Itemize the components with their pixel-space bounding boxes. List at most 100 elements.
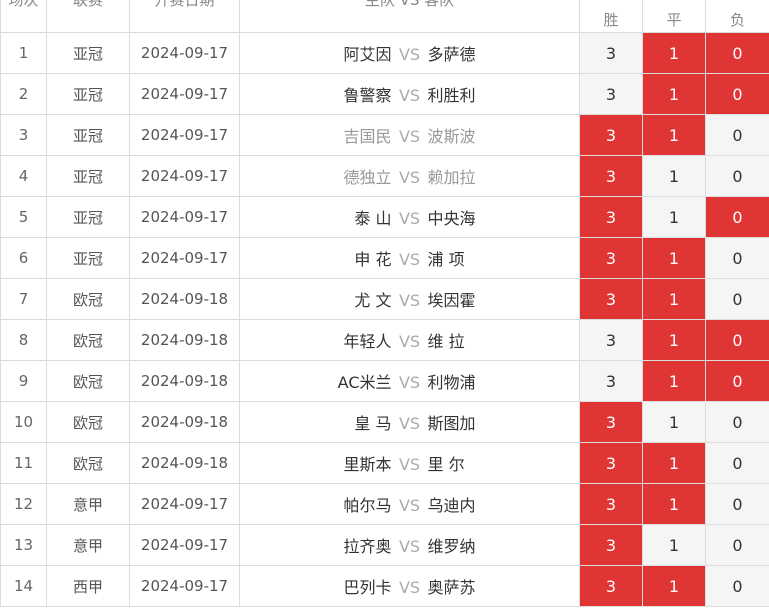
- match-teams: 尤 文 VS 埃因霍: [239, 278, 580, 320]
- header-teams: 主队 VS 客队: [239, 0, 580, 33]
- odds-win-cell[interactable]: 3: [579, 524, 643, 566]
- match-teams: 里斯本 VS 里 尔: [239, 442, 580, 484]
- match-date: 2024-09-18: [129, 278, 240, 320]
- match-date: 2024-09-17: [129, 73, 240, 115]
- league-name: 亚冠: [46, 73, 130, 115]
- match-row: 8 欧冠 2024-09-18 年轻人 VS 维 拉 310: [0, 319, 769, 361]
- match-date: 2024-09-18: [129, 401, 240, 443]
- odds-win-cell[interactable]: 3: [579, 483, 643, 525]
- odds-lose-cell[interactable]: 0: [705, 73, 769, 115]
- odds-lose-cell[interactable]: 0: [705, 360, 769, 402]
- match-row: 2 亚冠 2024-09-17 鲁警察 VS 利胜利 3 1 0: [0, 73, 769, 115]
- odds-draw-cell[interactable]: 1: [642, 73, 706, 115]
- away-team: 赖加拉: [427, 168, 476, 187]
- league-name: 意甲: [46, 524, 130, 566]
- match-row: 5 亚冠 2024-09-17 泰 山 VS 中央海 3 1 0: [0, 196, 769, 238]
- home-team: 吉国民: [343, 127, 392, 146]
- away-team: 里 尔: [427, 455, 465, 474]
- away-team: 斯图加: [427, 414, 476, 433]
- odds-lose-cell[interactable]: 0: [705, 114, 769, 156]
- vs-label: VS: [398, 414, 421, 433]
- odds-lose-cell[interactable]: 0: [705, 196, 769, 238]
- header-lose: 负: [705, 0, 769, 33]
- odds-lose-cell[interactable]: 0: [705, 155, 769, 197]
- odds-draw-cell[interactable]: 1: [642, 155, 706, 197]
- header-win: 胜: [579, 0, 643, 33]
- odds-lose-cell[interactable]: 0: [705, 401, 769, 443]
- odds-win-cell[interactable]: 3: [579, 155, 643, 197]
- league-name: 亚冠: [46, 32, 130, 74]
- odds-win-cell[interactable]: 3: [579, 401, 643, 443]
- odds-draw-cell[interactable]: 1: [642, 319, 706, 361]
- vs-label: VS: [398, 291, 421, 310]
- vs-label: VS: [398, 332, 421, 351]
- match-number: 11: [0, 442, 47, 484]
- match-date: 2024-09-17: [129, 565, 240, 607]
- match-teams: 拉齐奥 VS 维罗纳: [239, 524, 580, 566]
- vs-label: VS: [398, 496, 421, 515]
- match-number: 2: [0, 73, 47, 115]
- match-date: 2024-09-17: [129, 524, 240, 566]
- match-row: 9 欧冠 2024-09-18 AC米兰 VS 利物浦 3 1 0: [0, 360, 769, 402]
- vs-label: VS: [398, 373, 421, 392]
- match-row: 3 亚冠 2024-09-17 吉国民 VS 波斯波 3 1 0: [0, 114, 769, 156]
- match-date: 2024-09-17: [129, 114, 240, 156]
- match-number: 9: [0, 360, 47, 402]
- odds-win-cell[interactable]: 3: [579, 32, 643, 74]
- odds-draw-cell[interactable]: 1: [642, 360, 706, 402]
- match-number: 5: [0, 196, 47, 238]
- away-team: 维罗纳: [427, 537, 476, 556]
- match-row: 11 欧冠 2024-09-18 里斯本 VS 里 尔 310: [0, 442, 769, 484]
- odds-draw-cell[interactable]: 1: [642, 196, 706, 238]
- odds-win-cell[interactable]: 3: [579, 237, 643, 279]
- league-name: 西甲: [46, 565, 130, 607]
- odds-draw-cell[interactable]: 1: [642, 565, 706, 607]
- odds-lose-cell[interactable]: 0: [705, 565, 769, 607]
- odds-draw-cell[interactable]: 1: [642, 442, 706, 484]
- home-team: 年轻人: [343, 332, 392, 351]
- away-team: 波斯波: [427, 127, 476, 146]
- home-team: 尤 文: [354, 291, 392, 310]
- vs-label: VS: [398, 537, 421, 556]
- league-name: 欧冠: [46, 401, 130, 443]
- home-team: 皇 马: [354, 414, 392, 433]
- odds-draw-cell[interactable]: 1: [642, 32, 706, 74]
- odds-lose-cell[interactable]: 0: [705, 319, 769, 361]
- odds-win-cell[interactable]: 3: [579, 196, 643, 238]
- odds-draw-cell[interactable]: 1: [642, 483, 706, 525]
- odds-lose-cell[interactable]: 0: [705, 483, 769, 525]
- match-teams: AC米兰 VS 利物浦: [239, 360, 580, 402]
- header-draw: 平: [642, 0, 706, 33]
- odds-draw-cell[interactable]: 1: [642, 278, 706, 320]
- odds-lose-cell[interactable]: 0: [705, 32, 769, 74]
- away-team: 多萨德: [427, 45, 476, 64]
- league-name: 欧冠: [46, 278, 130, 320]
- odds-win-cell[interactable]: 3: [579, 565, 643, 607]
- match-date: 2024-09-17: [129, 483, 240, 525]
- away-team: 浦 项: [427, 250, 465, 269]
- odds-win-cell[interactable]: 3: [579, 319, 643, 361]
- match-teams: 德独立 VS 赖加拉: [239, 155, 580, 197]
- league-name: 意甲: [46, 483, 130, 525]
- odds-draw-cell[interactable]: 1: [642, 114, 706, 156]
- odds-lose-cell[interactable]: 0: [705, 278, 769, 320]
- odds-draw-cell[interactable]: 1: [642, 237, 706, 279]
- odds-win-cell[interactable]: 3: [579, 278, 643, 320]
- odds-win-cell[interactable]: 3: [579, 442, 643, 484]
- match-row: 13 意甲 2024-09-17 拉齐奥 VS 维罗纳 3 1 0: [0, 524, 769, 566]
- odds-draw-cell[interactable]: 1: [642, 401, 706, 443]
- odds-lose-cell[interactable]: 0: [705, 237, 769, 279]
- odds-win-cell[interactable]: 3: [579, 114, 643, 156]
- league-name: 欧冠: [46, 360, 130, 402]
- match-date: 2024-09-17: [129, 196, 240, 238]
- odds-lose-cell[interactable]: 0: [705, 442, 769, 484]
- odds-lose-cell[interactable]: 0: [705, 524, 769, 566]
- odds-win-cell[interactable]: 3: [579, 73, 643, 115]
- odds-win-cell[interactable]: 3: [579, 360, 643, 402]
- header-date: 开赛日期: [129, 0, 240, 33]
- match-teams: 吉国民 VS 波斯波: [239, 114, 580, 156]
- match-teams: 皇 马 VS 斯图加: [239, 401, 580, 443]
- match-teams: 巴列卡 VS 奥萨苏: [239, 565, 580, 607]
- odds-draw-cell[interactable]: 1: [642, 524, 706, 566]
- league-name: 亚冠: [46, 155, 130, 197]
